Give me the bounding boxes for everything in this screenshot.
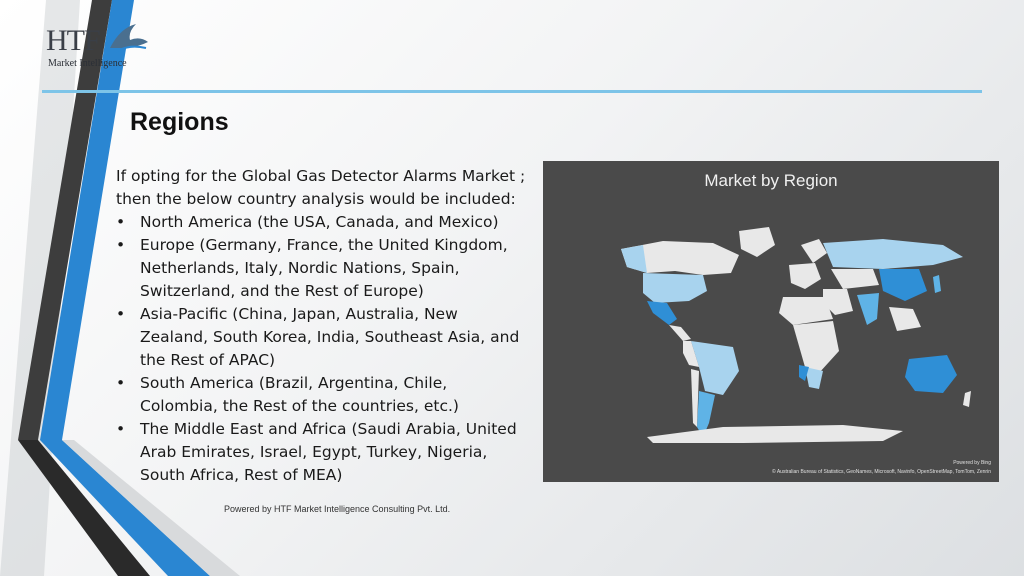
map-region-north-africa [779, 297, 833, 325]
list-item: • Asia-Pacific (China, Japan, Australia, … [116, 303, 526, 372]
list-item: • North America (the USA, Canada, and Mex… [116, 211, 526, 234]
world-map [621, 227, 971, 443]
map-region-usa [643, 273, 707, 303]
footer-credit: Powered by HTF Market Intelligence Consu… [224, 504, 451, 514]
list-item: • The Middle East and Africa (Saudi Arabi… [116, 418, 526, 487]
map-region-russia [823, 239, 963, 269]
region-item-text: North America (the USA, Canada, and Mexi… [140, 213, 499, 231]
map-powered-by: Powered by Bing [953, 460, 991, 466]
map-region-mexico [647, 301, 677, 325]
bullet-icon: • [116, 305, 126, 323]
list-item: • Europe (Germany, France, the United Kin… [116, 234, 526, 303]
map-region-alaska [621, 245, 647, 273]
bullet-icon: • [116, 374, 126, 392]
map-region-india [857, 293, 879, 325]
region-item-text: The Middle East and Africa (Saudi Arabia… [140, 420, 517, 484]
logo-main-text: HTF [46, 24, 101, 57]
region-list: • North America (the USA, Canada, and Mex… [116, 211, 526, 487]
bullet-icon: • [116, 420, 126, 438]
map-title: Market by Region [704, 171, 838, 190]
map-region-southeast-asia [889, 307, 921, 331]
intro-paragraph: If opting for the Global Gas Detector Al… [116, 167, 526, 208]
map-region-china [879, 269, 927, 301]
map-region-western-europe [789, 263, 821, 289]
map-panel: Market by Region Powered by Bing © Austr… [543, 161, 999, 482]
map-region-central-asia [831, 269, 879, 289]
company-logo: HTF Market Intelligence [46, 18, 156, 76]
map-region-scandinavia [801, 239, 827, 263]
region-item-text: Asia-Pacific (China, Japan, Australia, N… [140, 305, 520, 369]
header-divider [42, 90, 982, 93]
map-region-greenland [739, 227, 775, 257]
map-region-japan [933, 275, 941, 293]
map-region-new-zealand [963, 391, 971, 407]
map-region-central-america [669, 325, 691, 341]
region-item-text: Europe (Germany, France, the United King… [140, 236, 508, 300]
map-region-antarctica [647, 425, 903, 443]
bird-logo-icon [110, 24, 148, 53]
map-credits: © Australian Bureau of Statistics, GeoNa… [772, 469, 991, 475]
map-region-australia [905, 355, 957, 393]
bullet-icon: • [116, 236, 126, 254]
logo-subtitle: Market Intelligence [48, 58, 127, 69]
bullet-icon: • [116, 213, 126, 231]
region-item-text: South America (Brazil, Argentina, Chile,… [140, 374, 459, 415]
region-description: If opting for the Global Gas Detector Al… [116, 165, 526, 487]
list-item: • South America (Brazil, Argentina, Chile… [116, 372, 526, 418]
page-title: Regions [130, 108, 229, 136]
